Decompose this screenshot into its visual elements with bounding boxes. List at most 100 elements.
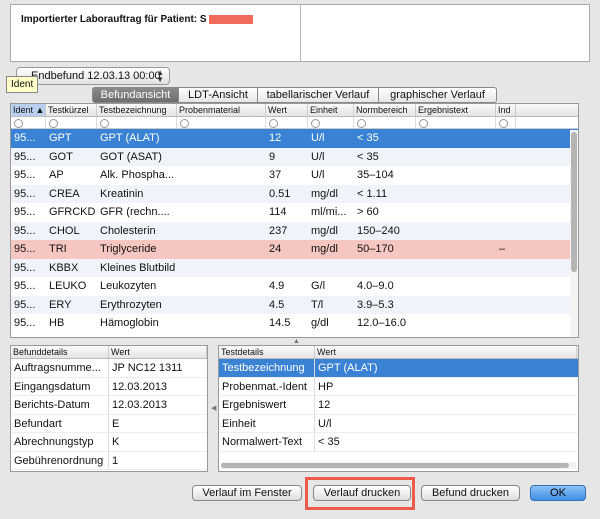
detail-row[interactable]: Einheit U/l <box>219 414 578 433</box>
verlauf-im-fenster-button[interactable]: Verlauf im Fenster <box>192 485 302 501</box>
cell-wert: 37 <box>269 169 282 181</box>
cell-normbereich: 12.0–16.0 <box>357 317 406 329</box>
cell-wert: 24 <box>269 243 282 255</box>
table-row[interactable]: 95... GOT GOT (ASAT) 9 U/l < 35 <box>11 147 578 167</box>
cell-ergebnistext <box>416 277 496 296</box>
detail-row[interactable]: Befundart E <box>11 414 207 433</box>
col-befund-wert[interactable]: Wert <box>109 346 207 358</box>
test-details-header: Testdetails Wert <box>219 346 578 359</box>
detail-row[interactable]: Berichts-Datum 12.03.2013 <box>11 396 207 415</box>
cell-probenmaterial <box>177 185 266 204</box>
table-row[interactable]: 95... LEUKO Leukozyten 4.9 G/l 4.0–9.0 <box>11 277 578 296</box>
table-row[interactable]: 95... HB Hämoglobin 14.5 g/dl 12.0–16.0 <box>11 314 578 333</box>
befund-drucken-button[interactable]: Befund drucken <box>421 485 520 501</box>
cell-probenmaterial <box>177 166 266 185</box>
filter-einheit[interactable] <box>308 117 354 128</box>
tab-graphischer-verlauf[interactable]: graphischer Verlauf <box>379 87 497 103</box>
tab-ldt-ansicht[interactable]: LDT-Ansicht <box>179 87 258 103</box>
cell-testkuerzel: CREA <box>49 187 80 200</box>
splitter-handle[interactable]: ▲ <box>293 338 300 345</box>
cell-wert: 114 <box>269 206 287 218</box>
table-row[interactable]: 95... AP Alk. Phospha... 37 U/l 35–104 <box>11 166 578 185</box>
table-row[interactable]: 95... KBBX Kleines Blutbild <box>11 258 578 278</box>
col-probenmaterial[interactable]: Probenmaterial <box>177 104 266 116</box>
filter-probenmaterial[interactable] <box>177 117 266 128</box>
col-ind[interactable]: Ind <box>496 104 516 116</box>
befund-details-header: Befunddetails Wert <box>11 346 207 359</box>
table-row[interactable]: 95... GFRCKD GFR (rechn.... 114 ml/mi... > 60 <box>11 203 578 222</box>
ok-button[interactable]: OK <box>530 485 586 501</box>
scrollbar-thumb[interactable] <box>221 463 569 468</box>
detail-value: < 35 <box>318 436 340 448</box>
cell-testbezeichnung: GPT (ALAT) <box>100 132 160 144</box>
table-row[interactable]: 95... GPT GPT (ALAT) 12 U/l < 35 <box>11 129 578 148</box>
cell-probenmaterial <box>177 277 266 296</box>
cell-wert: 4.5 <box>269 298 285 311</box>
detail-row[interactable]: Testbezeichnung GPT (ALAT) <box>219 359 578 378</box>
col-testbezeichnung[interactable]: Testbezeichnung <box>97 104 177 116</box>
filter-wert[interactable] <box>266 117 308 128</box>
filter-ident[interactable] <box>11 117 46 128</box>
col-ergebnistext[interactable]: Ergebnistext <box>416 104 496 116</box>
test-details-table: Testdetails Wert Testbezeichnung GPT (ALA… <box>218 345 579 472</box>
table-scrollbar[interactable] <box>570 130 578 337</box>
col-normbereich[interactable]: Normbereich <box>354 104 416 116</box>
detail-key: Testbezeichnung <box>219 359 315 377</box>
cell-ident: 95... <box>14 206 36 218</box>
detail-key: Gebührenordnung <box>11 451 109 469</box>
table-row[interactable]: 95... CREA Kreatinin 0.51 mg/dl < 1.11 <box>11 184 578 204</box>
detail-row[interactable]: Auftragsnumme... JP NC12 1311 <box>11 359 207 378</box>
cell-probenmaterial <box>177 240 266 259</box>
filter-testkuerzel[interactable] <box>46 117 97 128</box>
cell-testkuerzel: GFRCKD <box>49 206 96 218</box>
filter-normbereich[interactable] <box>354 117 416 128</box>
cell-testkuerzel: ERY <box>49 298 72 311</box>
cell-ident: 95... <box>14 261 36 274</box>
col-ident[interactable]: Ident ▲ <box>11 104 46 116</box>
detail-value: 12.03.2013 <box>112 399 168 411</box>
test-details-body: Testbezeichnung GPT (ALAT) Probenmat.-Iden… <box>219 359 578 452</box>
col-einheit[interactable]: Einheit <box>308 104 354 116</box>
filter-testbezeichnung[interactable] <box>97 117 177 128</box>
col-befunddetails[interactable]: Befunddetails <box>11 346 109 358</box>
splitter-handle-vertical[interactable]: ◀ <box>211 404 216 412</box>
test-details-scrollbar[interactable] <box>221 462 576 469</box>
col-testdetails[interactable]: Testdetails <box>219 346 315 358</box>
cell-testkuerzel: AP <box>49 169 64 181</box>
cell-einheit: mg/dl <box>311 243 338 255</box>
detail-key: Auftragsnumme... <box>11 359 109 377</box>
cell-ergebnistext <box>416 148 496 167</box>
table-row[interactable]: 95... ERY Erythrozyten 4.5 T/l 3.9–5.3 <box>11 295 578 315</box>
table-row[interactable]: 95... CHOL Cholesterin 237 mg/dl 150–240 <box>11 221 578 241</box>
cell-einheit: U/l <box>311 150 325 163</box>
tab-befundansicht[interactable]: Befundansicht <box>92 87 179 103</box>
detail-key: Abrechnungstyp <box>11 433 109 451</box>
col-test-wert[interactable]: Wert <box>315 346 577 358</box>
cell-probenmaterial <box>177 259 266 278</box>
cell-ident: 95... <box>14 187 36 200</box>
detail-value: GPT (ALAT) <box>318 362 378 374</box>
report-select[interactable]: Endbefund 12.03.13 00:00 ▲ ▼ <box>16 67 170 85</box>
tab-tabellarischer-verlauf[interactable]: tabellarischer Verlauf <box>258 87 379 103</box>
detail-row[interactable]: Normalwert-Text < 35 <box>219 433 578 452</box>
detail-row[interactable]: Abrechnungstyp K <box>11 433 207 452</box>
filter-ergebnistext[interactable] <box>416 117 496 128</box>
scrollbar-thumb[interactable] <box>571 132 577 272</box>
cell-ergebnistext <box>416 222 496 241</box>
filter-ind[interactable] <box>496 117 516 128</box>
cell-wert: 14.5 <box>269 317 291 329</box>
cell-ind <box>496 296 516 315</box>
cell-wert: 4.9 <box>269 280 285 292</box>
detail-row[interactable]: Probenmat.-Ident HP <box>219 377 578 396</box>
filter-row <box>11 117 578 129</box>
detail-row[interactable]: Ergebniswert 12 <box>219 396 578 415</box>
col-wert[interactable]: Wert <box>266 104 308 116</box>
verlauf-drucken-button[interactable]: Verlauf drucken <box>313 485 411 501</box>
detail-row[interactable]: Gebührenordnung 1 <box>11 451 207 470</box>
redacted-name <box>208 14 253 24</box>
table-row[interactable]: 95... TRI Triglyceride 24 mg/dl 50–170 – <box>11 240 578 259</box>
detail-row[interactable]: Eingangsdatum 12.03.2013 <box>11 377 207 396</box>
cell-ind <box>496 166 516 185</box>
col-testkuerzel[interactable]: Testkürzel <box>46 104 97 116</box>
cell-ind: – <box>499 243 506 255</box>
